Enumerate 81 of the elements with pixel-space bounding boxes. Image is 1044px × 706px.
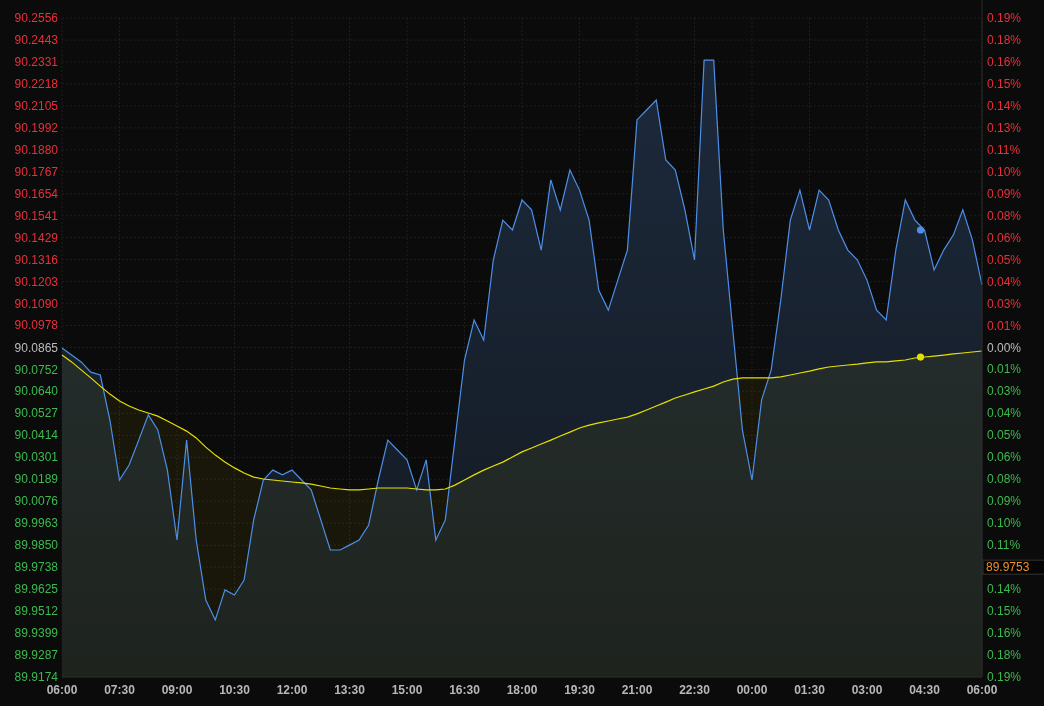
axis-label: 0.00% bbox=[987, 340, 1022, 355]
axis-label: 0.08% bbox=[987, 472, 1022, 487]
axis-label: 07:30 bbox=[104, 683, 135, 697]
axis-label: 0.16% bbox=[987, 54, 1022, 69]
axis-label: 0.11% bbox=[987, 538, 1021, 553]
axis-label: 0.08% bbox=[987, 208, 1022, 223]
axis-label: 0.15% bbox=[987, 604, 1022, 619]
axis-label: 0.14% bbox=[987, 582, 1022, 597]
axis-label: 16:30 bbox=[449, 683, 480, 697]
axis-label: 89.9287 bbox=[14, 648, 58, 662]
axis-label: 0.06% bbox=[987, 450, 1022, 465]
axis-label: 12:00 bbox=[276, 683, 308, 697]
axis-label: 0.01% bbox=[987, 362, 1022, 377]
axis-label: 0.09% bbox=[987, 494, 1022, 509]
axis-label: 89.9738 bbox=[14, 560, 58, 575]
axis-label: 90.1992 bbox=[14, 120, 58, 135]
marker-dot bbox=[916, 353, 925, 361]
axis-label: 06:00 bbox=[46, 683, 78, 697]
axis-label: 00:00 bbox=[736, 683, 768, 697]
axis-label: 0.10% bbox=[987, 164, 1022, 179]
axis-label: 13:30 bbox=[334, 683, 365, 697]
axis-label: 10:30 bbox=[219, 683, 250, 697]
axis-label: 0.14% bbox=[987, 98, 1022, 113]
axis-label: 0.19% bbox=[987, 11, 1022, 25]
axis-label: 0.11% bbox=[987, 142, 1021, 157]
marker-dot bbox=[916, 226, 925, 234]
axis-label: 0.04% bbox=[987, 406, 1022, 421]
axis-label: 0.03% bbox=[987, 384, 1022, 399]
axis-label: 90.1541 bbox=[14, 208, 58, 223]
axis-label: 0.05% bbox=[987, 252, 1022, 267]
axis-label: 0.18% bbox=[987, 32, 1022, 47]
axis-label: 22:30 bbox=[679, 683, 710, 697]
axis-label: 0.01% bbox=[987, 318, 1022, 333]
axis-label: 89.9625 bbox=[14, 582, 58, 597]
axis-label: 90.0414 bbox=[14, 428, 58, 443]
axis-label: 0.19% bbox=[987, 670, 1022, 684]
axis-label: 90.0301 bbox=[14, 450, 58, 465]
axis-label: 0.10% bbox=[987, 516, 1022, 531]
axis-label: 89.9399 bbox=[14, 626, 58, 641]
axis-label: 89.9174 bbox=[14, 670, 58, 684]
axis-label: 90.0752 bbox=[14, 362, 58, 377]
axis-label: 89.9850 bbox=[14, 538, 58, 553]
axis-label: 89.9963 bbox=[14, 516, 58, 531]
axis-label: 03:00 bbox=[851, 683, 883, 697]
axis-label: 0.05% bbox=[987, 428, 1022, 443]
axis-label: 90.0640 bbox=[14, 384, 58, 399]
axis-label: 15:00 bbox=[391, 683, 423, 697]
axis-label: 06:00 bbox=[966, 683, 998, 697]
axis-label: 90.1090 bbox=[14, 296, 58, 311]
axis-label: 0.09% bbox=[987, 186, 1022, 201]
axis-label: 21:00 bbox=[621, 683, 653, 697]
axis-label: 90.0865 bbox=[14, 340, 58, 355]
axis-label: 90.0076 bbox=[14, 494, 58, 509]
axis-label: 90.1203 bbox=[14, 274, 58, 289]
axis-label: 01:30 bbox=[794, 683, 825, 697]
axis-label: 0.16% bbox=[987, 626, 1022, 641]
axis-label: 0.18% bbox=[987, 648, 1022, 663]
axis-label: 09:00 bbox=[161, 683, 193, 697]
axis-label: 90.2218 bbox=[14, 76, 58, 91]
axis-label: 19:30 bbox=[564, 683, 595, 697]
axis-label: 90.1654 bbox=[14, 186, 58, 201]
axis-label: 0.15% bbox=[987, 76, 1022, 91]
axis-label: 90.2443 bbox=[14, 33, 58, 47]
axis-label: 0.03% bbox=[987, 296, 1022, 311]
axis-label: 90.0527 bbox=[14, 406, 58, 421]
axis-label: 90.2105 bbox=[14, 98, 58, 113]
axis-label: 0.04% bbox=[987, 274, 1022, 289]
axis-label: 89.9512 bbox=[14, 604, 58, 619]
axis-label: 18:00 bbox=[506, 683, 538, 697]
axis-label: 0.13% bbox=[987, 120, 1022, 135]
axis-label: 90.2331 bbox=[14, 54, 58, 69]
axis-label: 04:30 bbox=[909, 683, 940, 697]
axis-label: 90.1316 bbox=[14, 252, 58, 267]
axis-label: 90.1429 bbox=[14, 230, 58, 245]
axis-label: 0.06% bbox=[987, 230, 1022, 245]
axis-label: 90.0189 bbox=[14, 472, 58, 487]
axis-label: 90.1767 bbox=[14, 164, 58, 179]
axis-label: 90.2556 bbox=[14, 11, 58, 25]
axis-label: 90.0978 bbox=[14, 318, 58, 333]
axis-label: 90.1880 bbox=[14, 142, 58, 157]
price-tag: 89.9753 bbox=[982, 559, 1044, 575]
